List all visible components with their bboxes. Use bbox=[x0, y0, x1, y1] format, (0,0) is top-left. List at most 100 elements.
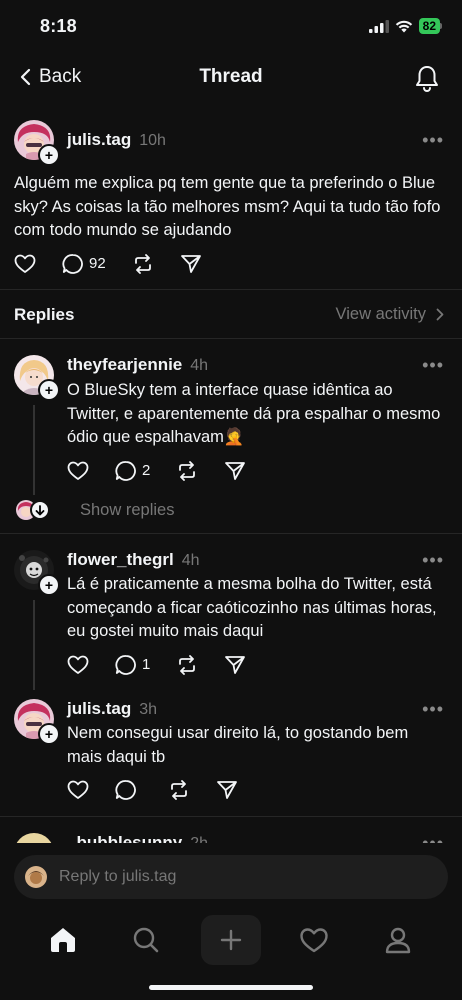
share-button[interactable] bbox=[216, 780, 238, 800]
follow-plus-icon[interactable]: + bbox=[38, 379, 60, 401]
comment-icon bbox=[115, 655, 136, 675]
reply-more-icon[interactable]: ••• bbox=[422, 699, 444, 720]
comment-count: 2 bbox=[142, 462, 151, 479]
chevron-right-icon bbox=[436, 308, 444, 321]
reply-username[interactable]: theyfearjennie bbox=[67, 355, 182, 375]
post-more-icon[interactable]: ••• bbox=[422, 130, 444, 151]
home-icon bbox=[51, 928, 75, 952]
repost-button[interactable] bbox=[176, 460, 198, 481]
reply-meta: theyfearjennie 4h bbox=[67, 355, 208, 375]
comment-button[interactable]: 2 bbox=[115, 460, 150, 481]
reply-avatar-wrap[interactable]: + bbox=[14, 355, 60, 401]
thread-line bbox=[33, 405, 35, 495]
comment-count: 92 bbox=[89, 255, 106, 272]
share-button[interactable] bbox=[224, 655, 246, 675]
post-actions: 92 bbox=[14, 253, 202, 274]
heart-icon bbox=[300, 927, 328, 952]
tab-search[interactable] bbox=[116, 915, 176, 965]
view-activity-link[interactable]: View activity bbox=[336, 305, 444, 324]
comment-button[interactable]: 92 bbox=[62, 253, 106, 274]
replies-label: Replies bbox=[14, 305, 75, 324]
plus-icon bbox=[220, 929, 242, 951]
reply-avatar-wrap[interactable]: + bbox=[14, 550, 60, 596]
view-activity-label: View activity bbox=[335, 305, 426, 323]
like-button[interactable] bbox=[67, 461, 89, 481]
comment-icon bbox=[62, 254, 83, 274]
tab-home[interactable] bbox=[33, 915, 93, 965]
reply-more-icon[interactable]: ••• bbox=[422, 550, 444, 571]
post-username[interactable]: julis.tag bbox=[67, 130, 131, 150]
divider bbox=[0, 816, 462, 817]
repost-icon bbox=[179, 460, 196, 481]
send-icon bbox=[180, 254, 201, 273]
post-meta: julis.tag 10h bbox=[67, 130, 166, 150]
bell-icon bbox=[416, 66, 438, 92]
profile-icon bbox=[385, 927, 411, 954]
reply-actions: 1 bbox=[67, 654, 246, 675]
tab-create[interactable] bbox=[201, 915, 261, 965]
reply-more-icon[interactable]: ••• bbox=[422, 355, 444, 376]
reply-input[interactable] bbox=[57, 867, 421, 887]
follow-plus-icon[interactable]: + bbox=[38, 723, 60, 745]
thread-line bbox=[33, 600, 35, 690]
home-indicator bbox=[149, 985, 313, 990]
reply-time: 4h bbox=[181, 552, 200, 569]
repost-icon bbox=[179, 654, 196, 675]
status-bar: 8:18 82 bbox=[0, 0, 462, 54]
back-label: Back bbox=[39, 66, 82, 87]
comment-button[interactable]: 1 bbox=[115, 654, 150, 675]
chevron-left-icon bbox=[20, 68, 31, 86]
follow-plus-icon[interactable]: + bbox=[38, 574, 60, 596]
send-icon bbox=[225, 461, 246, 480]
show-replies-row[interactable]: Show replies bbox=[16, 500, 174, 520]
reply-time: 4h bbox=[190, 357, 209, 374]
share-button[interactable] bbox=[224, 461, 246, 481]
reply-meta: julis.tag 3h bbox=[67, 699, 157, 719]
comment-icon bbox=[115, 780, 136, 800]
wifi-icon bbox=[395, 20, 412, 32]
post-avatar-wrap[interactable]: + bbox=[14, 120, 60, 166]
share-button[interactable] bbox=[180, 254, 202, 274]
reply-username[interactable]: flower_thegrl bbox=[67, 550, 174, 570]
back-button[interactable]: Back bbox=[20, 66, 81, 88]
tab-bar bbox=[0, 905, 462, 975]
show-replies-avatars bbox=[16, 500, 52, 520]
comment-count: 1 bbox=[142, 656, 151, 673]
send-icon bbox=[217, 780, 237, 799]
post-text: Alguém me explica pq tem gente que ta pr… bbox=[14, 174, 441, 239]
heart-icon bbox=[67, 461, 89, 480]
repost-button[interactable] bbox=[176, 654, 198, 675]
like-button[interactable] bbox=[67, 780, 89, 800]
show-replies-label: Show replies bbox=[80, 500, 175, 519]
tab-profile[interactable] bbox=[368, 915, 428, 965]
divider bbox=[0, 533, 462, 534]
send-icon bbox=[225, 655, 246, 674]
comment-icon bbox=[115, 461, 136, 481]
reply-text: O BlueSky tem a interface quase idêntica… bbox=[67, 381, 441, 446]
repost-button[interactable] bbox=[132, 253, 154, 274]
status-time: 8:18 bbox=[40, 16, 77, 36]
repost-icon bbox=[134, 253, 151, 274]
reply-username[interactable]: julis.tag bbox=[67, 699, 131, 719]
reply-composer[interactable] bbox=[14, 855, 448, 899]
repost-icon bbox=[171, 779, 187, 800]
like-button[interactable] bbox=[67, 655, 89, 675]
post-time: 10h bbox=[139, 132, 166, 149]
battery-level: 82 bbox=[418, 18, 440, 34]
like-button[interactable] bbox=[14, 254, 36, 274]
follow-plus-icon[interactable]: + bbox=[38, 144, 60, 166]
reply-meta: flower_thegrl 4h bbox=[67, 550, 200, 570]
reply-avatar-wrap[interactable]: + bbox=[14, 699, 60, 745]
repost-button[interactable] bbox=[168, 779, 190, 800]
signal-icon bbox=[368, 19, 389, 33]
arrow-down-icon bbox=[30, 500, 50, 520]
reply-text: Lá é praticamente a mesma bolha do Twitt… bbox=[67, 575, 437, 640]
divider bbox=[0, 338, 462, 339]
reply-time: 3h bbox=[139, 701, 158, 718]
comment-button[interactable] bbox=[115, 779, 142, 800]
reply-text: Nem consegui usar direito lá, to gostand… bbox=[67, 724, 409, 766]
notifications-button[interactable] bbox=[414, 64, 440, 97]
heart-icon bbox=[67, 655, 89, 674]
tab-activity[interactable] bbox=[284, 915, 344, 965]
heart-icon bbox=[67, 780, 89, 799]
